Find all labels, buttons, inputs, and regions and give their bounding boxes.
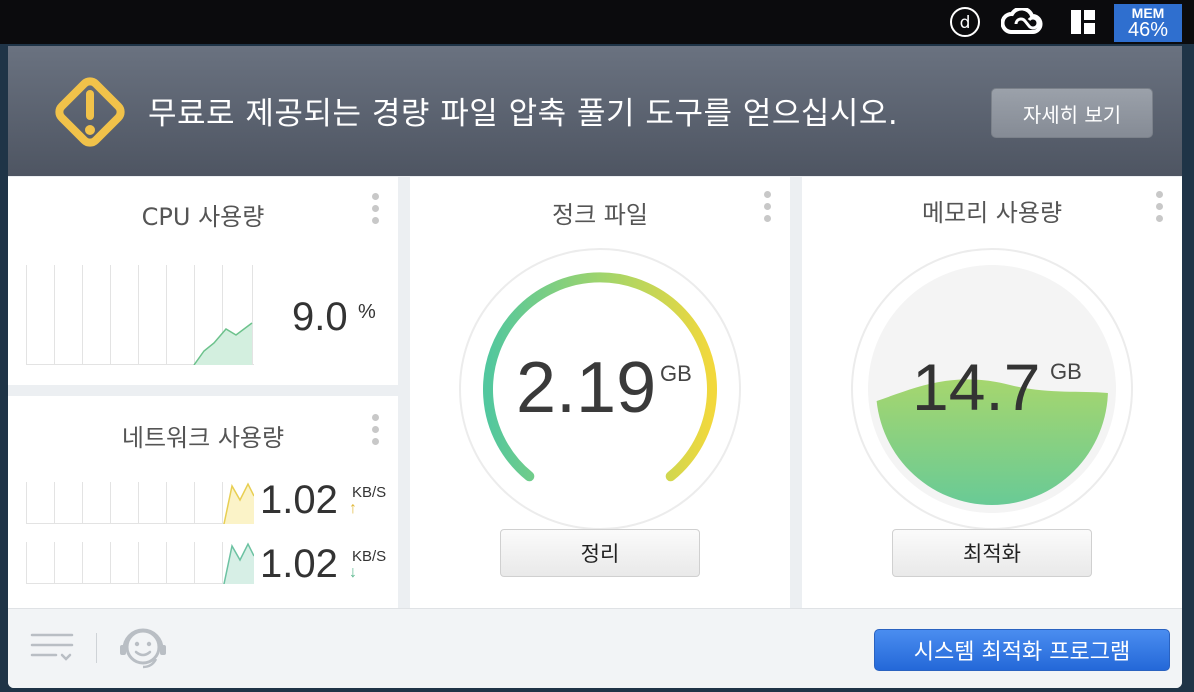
cpu-usage-panel: CPU 사용량 9.0 % <box>8 177 398 385</box>
upload-graph <box>26 482 254 524</box>
junk-more-icon[interactable] <box>764 191 772 227</box>
app-window: 무료로 제공되는 경량 파일 압축 풀기 도구를 얻으십시오. 자세히 보기 C… <box>8 46 1182 688</box>
download-unit: KB/S <box>352 548 387 565</box>
clean-button[interactable]: 정리 <box>500 529 700 577</box>
memory-value: 14.7 <box>912 350 1041 424</box>
network-title: 네트워크 사용량 <box>121 424 285 452</box>
memory-unit: GB <box>1050 359 1082 384</box>
upload-value: 1.02 <box>260 478 338 522</box>
cpu-graph <box>26 265 254 365</box>
footer-bar: 시스템 최적화 프로그램 <box>8 608 1182 688</box>
upload-arrow-icon: ↑ <box>349 500 357 517</box>
download-graph <box>26 542 254 584</box>
memory-more-icon[interactable] <box>1156 191 1164 227</box>
memory-title: 메모리 사용량 <box>921 199 1063 227</box>
creative-cloud-icon[interactable] <box>1000 6 1044 38</box>
junk-unit: GB <box>660 361 692 386</box>
promo-banner: 무료로 제공되는 경량 파일 압축 풀기 도구를 얻으십시오. 자세히 보기 <box>8 46 1182 176</box>
mem-indicator[interactable]: MEM 46% <box>1114 4 1182 42</box>
download-value: 1.02 <box>260 542 338 586</box>
window-grid-icon[interactable] <box>1066 6 1100 38</box>
cpu-title: CPU 사용량 <box>141 203 265 231</box>
cpu-unit: % <box>358 301 376 323</box>
banner-message: 무료로 제공되는 경량 파일 압축 풀기 도구를 얻으십시오. <box>148 96 899 132</box>
mem-value: 46% <box>1127 19 1169 41</box>
memory-usage-panel: 메모리 사용량 14.7 GB 최적화 <box>802 177 1182 608</box>
network-usage-panel: 네트워크 사용량 1.02 KB/S ↑ 1.02 KB/S ↓ <box>8 396 398 608</box>
cpu-value: 9.0 <box>292 295 348 339</box>
d-circle-icon[interactable]: d <box>948 6 982 38</box>
svg-text:d: d <box>960 13 971 33</box>
footer-divider <box>96 633 97 663</box>
menubar: d MEM 46% <box>0 0 1194 44</box>
junk-value: 2.19 <box>516 348 657 428</box>
support-face-icon[interactable] <box>118 625 168 673</box>
system-optimizer-button[interactable]: 시스템 최적화 프로그램 <box>874 629 1170 671</box>
mem-label: MEM <box>1131 5 1165 21</box>
optimize-memory-button[interactable]: 최적화 <box>892 529 1092 577</box>
warning-diamond-icon <box>55 77 125 147</box>
learn-more-button[interactable]: 자세히 보기 <box>991 88 1153 138</box>
network-more-icon[interactable] <box>372 414 380 450</box>
cpu-more-icon[interactable] <box>372 193 380 229</box>
upload-unit: KB/S <box>352 484 387 501</box>
download-arrow-icon: ↓ <box>349 564 357 581</box>
menu-list-icon[interactable] <box>30 631 74 665</box>
junk-title: 정크 파일 <box>552 201 648 229</box>
junk-files-panel: 정크 파일 2.19 GB 정리 <box>410 177 790 608</box>
